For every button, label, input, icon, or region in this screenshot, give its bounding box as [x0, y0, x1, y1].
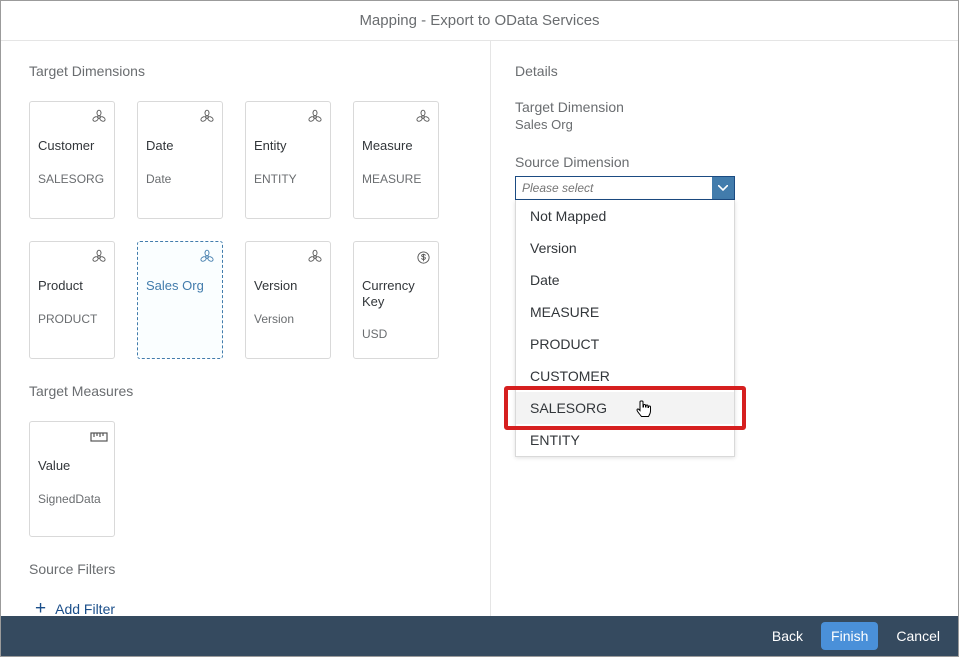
dimension-card[interactable]: Entity ENTITY [245, 101, 331, 219]
source-dimension-input[interactable] [516, 177, 712, 199]
dimension-card[interactable]: Version Version [245, 241, 331, 359]
finish-button[interactable]: Finish [821, 622, 878, 650]
card-subtitle: SALESORG [38, 172, 106, 186]
card-title: Sales Org [146, 278, 214, 294]
fan-icon [306, 108, 324, 126]
chevron-down-icon[interactable] [712, 177, 734, 199]
dialog-footer: Back Finish Cancel [1, 616, 958, 656]
fan-icon [90, 108, 108, 126]
fan-icon [198, 108, 216, 126]
fan-icon [90, 248, 108, 266]
fan-icon [198, 248, 216, 266]
source-dimension-combo[interactable] [515, 176, 735, 200]
card-title: Measure [362, 138, 430, 154]
left-panel: Target Dimensions CustomerSALESORGDateDa… [1, 41, 491, 616]
card-title: Product [38, 278, 106, 294]
card-title: Date [146, 138, 214, 154]
card-title: Customer [38, 138, 106, 154]
card-title: Version [254, 278, 322, 294]
measure-card[interactable]: Value SignedData [29, 421, 115, 537]
dimension-card[interactable]: Customer SALESORG [29, 101, 115, 219]
details-title: Details [515, 63, 934, 79]
details-panel: Details Target Dimension Sales Org Sourc… [491, 41, 958, 616]
dropdown-option[interactable]: Not Mapped [516, 200, 734, 232]
fan-icon [306, 248, 324, 266]
card-subtitle: SignedData [38, 492, 106, 506]
card-title: Currency Key [362, 278, 430, 309]
dropdown-option[interactable]: PRODUCT [516, 328, 734, 360]
dropdown-option[interactable]: MEASURE [516, 296, 734, 328]
source-filters-title: Source Filters [29, 561, 490, 577]
add-filter-label: Add Filter [55, 601, 115, 617]
card-subtitle: ENTITY [254, 172, 322, 186]
dollar-icon [414, 248, 432, 266]
card-subtitle: MEASURE [362, 172, 430, 186]
dropdown-option[interactable]: SALESORG [516, 392, 734, 424]
dimension-card[interactable]: Sales Org [137, 241, 223, 359]
target-measures-title: Target Measures [29, 383, 490, 399]
card-title: Entity [254, 138, 322, 154]
back-button[interactable]: Back [772, 628, 803, 644]
cancel-button[interactable]: Cancel [896, 628, 940, 644]
dropdown-option[interactable]: Version [516, 232, 734, 264]
dimension-card[interactable]: Date Date [137, 101, 223, 219]
add-filter-button[interactable]: + Add Filter [35, 599, 490, 616]
card-subtitle: Version [254, 312, 322, 326]
target-measures-cards: Value SignedData [29, 421, 490, 537]
card-title: Value [38, 458, 106, 474]
target-dimensions-cards: Customer SALESORG Date Date Entity ENTITY Meas… [29, 101, 490, 359]
fan-icon [414, 108, 432, 126]
dialog-body: Target Dimensions CustomerSALESORGDateDa… [1, 41, 958, 616]
card-subtitle: Date [146, 172, 214, 186]
dimension-card[interactable]: Measure MEASURE [353, 101, 439, 219]
dialog-title: Mapping - Export to OData Services [1, 1, 958, 41]
dimension-card[interactable]: Product PRODUCT [29, 241, 115, 359]
card-subtitle: PRODUCT [38, 312, 106, 326]
target-dimensions-title: Target Dimensions [29, 63, 490, 79]
target-dimension-label: Target Dimension [515, 99, 934, 115]
source-dimension-label: Source Dimension [515, 154, 934, 170]
ruler-icon [90, 428, 108, 446]
dimension-card[interactable]: Currency Key USD [353, 241, 439, 359]
plus-icon: + [35, 599, 46, 616]
target-dimension-value: Sales Org [515, 117, 934, 132]
source-dimension-dropdown[interactable]: Not MappedVersionDateMEASUREPRODUCTCUSTO… [515, 200, 735, 457]
card-subtitle: USD [362, 327, 430, 341]
dropdown-option[interactable]: ENTITY [516, 424, 734, 456]
mapping-dialog: Mapping - Export to OData Services Targe… [0, 0, 959, 657]
dropdown-option[interactable]: CUSTOMER [516, 360, 734, 392]
dropdown-option[interactable]: Date [516, 264, 734, 296]
